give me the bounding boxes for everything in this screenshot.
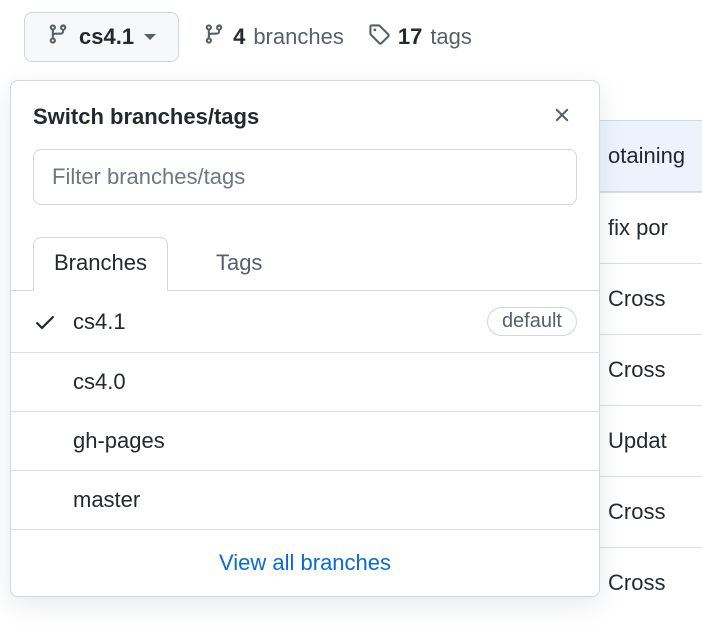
commit-row-fragment: Cross xyxy=(590,547,702,618)
commit-row-fragment: fix por xyxy=(590,192,702,263)
branch-list: cs4.1default cs4.0 gh-pages master xyxy=(11,291,599,529)
branch-item[interactable]: cs4.1default xyxy=(11,291,599,353)
default-badge: default xyxy=(487,307,577,336)
commit-row-fragment: Cross xyxy=(590,263,702,334)
branch-select-button[interactable]: cs4.1 xyxy=(24,12,179,62)
view-all-branches-link[interactable]: View all branches xyxy=(219,550,391,575)
tags-count: 17 xyxy=(398,24,422,50)
commit-row-fragment: otaining xyxy=(590,120,702,192)
branch-item[interactable]: master xyxy=(11,471,599,529)
filter-wrap xyxy=(11,149,599,223)
commit-row-fragment: Cross xyxy=(590,334,702,405)
branch-icon xyxy=(203,23,225,51)
tab-branches[interactable]: Branches xyxy=(33,237,168,291)
branch-name: cs4.1 xyxy=(73,309,487,335)
branch-name: master xyxy=(73,487,577,513)
popover-title: Switch branches/tags xyxy=(33,104,259,130)
check-icon xyxy=(33,310,73,334)
tab-tags[interactable]: Tags xyxy=(196,237,282,290)
branch-name: gh-pages xyxy=(73,428,577,454)
commit-row-fragment: Cross xyxy=(590,476,702,547)
repo-toolbar: cs4.1 4 branches 17 tags xyxy=(0,0,702,74)
branch-item[interactable]: cs4.0 xyxy=(11,353,599,412)
filter-input[interactable] xyxy=(33,149,577,205)
popover-header: Switch branches/tags xyxy=(11,81,599,149)
background-commit-list: otainingfix porCrossCrossUpdatCrossCross xyxy=(590,120,702,618)
view-all-wrap: View all branches xyxy=(11,529,599,596)
branch-switcher-popover: Switch branches/tags Branches Tags cs4.1… xyxy=(10,80,600,597)
tags-link[interactable]: 17 tags xyxy=(368,23,472,51)
close-icon xyxy=(551,101,573,132)
caret-down-icon xyxy=(144,34,156,40)
tab-bar: Branches Tags xyxy=(11,237,599,291)
tags-text: tags xyxy=(430,24,472,50)
commit-row-fragment: Updat xyxy=(590,405,702,476)
branches-link[interactable]: 4 branches xyxy=(203,23,344,51)
close-button[interactable] xyxy=(547,99,577,135)
current-branch-label: cs4.1 xyxy=(79,24,134,50)
branch-icon xyxy=(47,23,69,51)
branches-count: 4 xyxy=(233,24,245,50)
branch-item[interactable]: gh-pages xyxy=(11,412,599,471)
tag-icon xyxy=(368,23,390,51)
branches-text: branches xyxy=(253,24,344,50)
branch-name: cs4.0 xyxy=(73,369,577,395)
